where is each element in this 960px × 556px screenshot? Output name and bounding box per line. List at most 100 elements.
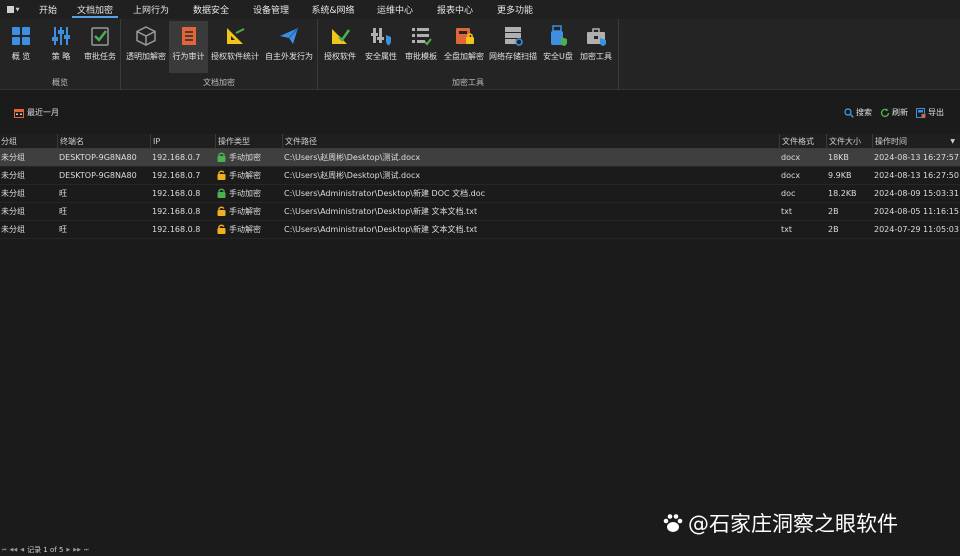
cell-operation-time: 2024-08-09 15:03:31 [874, 189, 959, 198]
tab-more-features[interactable]: 更多功能 [484, 0, 546, 19]
policy-label: 策 略 [51, 52, 71, 61]
column-header-file-format[interactable]: 文件格式 [779, 134, 826, 149]
approval-tasks-button[interactable]: 审批任务 [82, 21, 118, 73]
column-header-terminal[interactable]: 终端名 [57, 134, 150, 149]
full-disk-encryption-label: 全盘加解密 [444, 52, 484, 61]
export-label: 导出 [928, 108, 944, 117]
encryption-tools-button[interactable]: 加密工具 [576, 21, 616, 73]
cell-terminal: 旺 [59, 189, 67, 198]
ribbon: 概 览 策 略 审批任务 概览 透明加解密 行为审计 授权软件统计 自主外发行为… [0, 19, 960, 90]
network-storage-scan-button[interactable]: 网络存储扫描 [486, 21, 540, 73]
watermark: @石家庄洞察之眼软件 [662, 508, 898, 538]
tab-report-center[interactable]: 报表中心 [426, 0, 484, 19]
cell-file-size: 18.2KB [828, 189, 857, 198]
audit-log-icon [181, 27, 196, 45]
paper-plane-icon [280, 27, 299, 44]
next-page-group-icon[interactable]: ▶▶ [73, 547, 81, 553]
network-storage-scan-label: 网络存储扫描 [489, 52, 537, 61]
record-count: 记录 1 of 5 [27, 546, 64, 554]
encryption-tools-label: 加密工具 [580, 52, 612, 61]
tab-internet-behavior[interactable]: 上网行为 [120, 0, 182, 19]
app-menu-button[interactable]: ▼ [0, 0, 26, 19]
table-header: 分组 终端名 IP 操作类型 文件路径 文件格式 文件大小 操作时间 ▼ [0, 134, 960, 149]
disk-encrypt-icon [456, 28, 474, 44]
search-button[interactable]: 搜索 [844, 107, 872, 118]
transparent-encryption-label: 透明加解密 [126, 52, 166, 61]
behavior-audit-button[interactable]: 行为审计 [169, 21, 208, 73]
table-row[interactable]: 未分组 旺 192.168.0.8 手动解密 C:\Users\Administrato… [0, 221, 960, 239]
table-row[interactable]: 未分组 DESKTOP-9G8NA80 192.168.0.7 手动解密 C:\User… [0, 167, 960, 185]
overview-button[interactable]: 概 览 [4, 21, 38, 73]
export-button[interactable]: 导出 [916, 107, 944, 118]
lock-closed-icon [217, 188, 226, 198]
cell-file-path: C:\Users\Administrator\Desktop\新建 文本文档.t… [284, 207, 478, 216]
cell-ip: 192.168.0.8 [152, 207, 201, 216]
tab-device-management[interactable]: 设备管理 [240, 0, 302, 19]
cell-file-path: C:\Users\赵周彬\Desktop\测试.docx [284, 171, 421, 180]
tab-start[interactable]: 开始 [26, 0, 70, 19]
cell-group: 未分组 [1, 153, 25, 162]
record-pager: ⏮ ◀◀ ◀ 记录 1 of 5 ▶ ▶▶ ⏭ [0, 544, 89, 556]
cell-group: 未分组 [1, 171, 25, 180]
cell-file-path: C:\Users\赵周彬\Desktop\测试.docx [284, 153, 421, 162]
cell-group: 未分组 [1, 225, 25, 234]
cell-terminal: 旺 [59, 225, 67, 234]
table-row[interactable]: 未分组 DESKTOP-9G8NA80 192.168.0.7 手动加密 C:\User… [0, 149, 960, 167]
secure-usb-button[interactable]: 安全U盘 [540, 21, 576, 73]
tab-doc-encryption[interactable]: 文档加密 [70, 0, 120, 19]
ribbon-group-doc-encryption-label: 文档加密 [203, 78, 235, 87]
cell-file-format: doc [781, 189, 796, 198]
cell-terminal: DESKTOP-9G8NA80 [59, 171, 137, 180]
authorized-software-stats-label: 授权软件统计 [211, 52, 259, 61]
cell-terminal: 旺 [59, 207, 67, 216]
refresh-label: 刷新 [892, 108, 908, 117]
operation-type-label: 手动解密 [229, 207, 261, 216]
authorize-software-button[interactable]: 授权软件 [320, 21, 360, 73]
transparent-encryption-button[interactable]: 透明加解密 [124, 21, 168, 73]
column-header-operation[interactable]: 操作类型 [215, 134, 282, 149]
authorize-icon [332, 29, 351, 44]
security-attributes-button[interactable]: 安全属性 [362, 21, 400, 73]
policy-button[interactable]: 策 略 [44, 21, 78, 73]
table-body: 未分组 DESKTOP-9G8NA80 192.168.0.7 手动加密 C:\User… [0, 149, 960, 239]
table-row[interactable]: 未分组 旺 192.168.0.8 手动加密 C:\Users\Administrato… [0, 185, 960, 203]
prev-page-icon[interactable]: ◀ [20, 547, 24, 553]
cell-file-format: docx [781, 153, 801, 162]
table-row[interactable]: 未分组 旺 192.168.0.8 手动解密 C:\Users\Administrato… [0, 203, 960, 221]
cell-file-path: C:\Users\Administrator\Desktop\新建 文本文档.t… [284, 225, 478, 234]
ribbon-group-overview: 概 览 策 略 审批任务 概览 [0, 19, 121, 90]
ribbon-group-encryption-tools-label: 加密工具 [452, 78, 484, 87]
authorized-software-stats-button[interactable]: 授权软件统计 [209, 21, 261, 73]
first-page-icon[interactable]: ⏮ [2, 547, 7, 553]
cell-ip: 192.168.0.8 [152, 189, 201, 198]
cell-file-format: txt [781, 207, 793, 216]
tab-system-network[interactable]: 系统&网络 [302, 0, 364, 19]
cube-icon [136, 26, 156, 46]
cell-group: 未分组 [1, 207, 25, 216]
full-disk-encryption-button[interactable]: 全盘加解密 [442, 21, 486, 73]
column-header-file-path[interactable]: 文件路径 [282, 134, 779, 149]
security-attributes-label: 安全属性 [365, 52, 397, 61]
refresh-button[interactable]: 刷新 [880, 107, 908, 118]
cell-file-size: 2B [828, 207, 839, 216]
time-range-dropdown[interactable]: 最近一月 [14, 107, 59, 118]
outgoing-behavior-button[interactable]: 自主外发行为 [263, 21, 315, 73]
template-list-icon [412, 28, 432, 46]
lock-open-icon [217, 224, 226, 234]
cell-operation-time: 2024-08-13 16:27:50 [874, 171, 959, 180]
tab-ops-center[interactable]: 运维中心 [364, 0, 426, 19]
cell-file-size: 2B [828, 225, 839, 234]
last-page-icon[interactable]: ⏭ [84, 547, 89, 553]
ribbon-group-overview-label: 概览 [52, 78, 68, 87]
next-page-icon[interactable]: ▶ [66, 547, 70, 553]
column-header-ip[interactable]: IP [150, 134, 215, 149]
column-header-operation-time[interactable]: 操作时间 ▼ [872, 134, 960, 149]
tab-data-security[interactable]: 数据安全 [182, 0, 240, 19]
cell-ip: 192.168.0.7 [152, 153, 201, 162]
prev-page-group-icon[interactable]: ◀◀ [10, 547, 18, 553]
overview-label: 概 览 [11, 52, 31, 61]
approval-template-button[interactable]: 审批模板 [402, 21, 440, 73]
column-header-group[interactable]: 分组 [0, 134, 57, 149]
column-header-file-size[interactable]: 文件大小 [826, 134, 872, 149]
paw-logo-icon [663, 514, 683, 532]
